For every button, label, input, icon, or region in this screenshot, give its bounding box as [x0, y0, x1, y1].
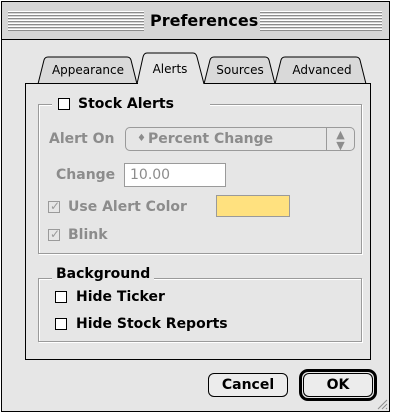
title-bar-stripes-right — [260, 11, 382, 31]
background-group-header: Background — [52, 264, 155, 284]
use-alert-color-checkbox[interactable]: ✓ — [48, 199, 61, 213]
title-bar[interactable]: Preferences — [2, 2, 389, 40]
blink-label[interactable]: Blink — [68, 225, 108, 245]
hide-stock-reports-label[interactable]: Hide Stock Reports — [76, 314, 228, 334]
alert-on-label: Alert On — [49, 131, 115, 147]
tab-sources-label: Sources — [216, 63, 264, 77]
change-label: Change — [56, 167, 116, 183]
cancel-button[interactable]: Cancel — [208, 373, 288, 397]
alert-on-popup[interactable]: ♦ Percent Change ▲ ▼ — [125, 127, 355, 151]
stock-alerts-checkbox[interactable] — [58, 98, 70, 110]
hide-ticker-checkbox[interactable] — [55, 291, 67, 303]
hide-stock-reports-checkbox[interactable] — [55, 318, 67, 330]
stock-alerts-label[interactable]: Stock Alerts — [78, 94, 174, 114]
tab-advanced-label: Advanced — [292, 63, 352, 77]
use-alert-color-check-icon: ✓ — [50, 199, 61, 213]
hide-ticker-label[interactable]: Hide Ticker — [76, 287, 165, 307]
window-title: Preferences — [150, 11, 259, 30]
alert-on-value: Percent Change — [148, 131, 274, 147]
blink-check-icon: ✓ — [50, 227, 61, 241]
popup-arrows-icon: ▲ ▼ — [326, 128, 354, 151]
tab-alerts[interactable]: Alerts — [146, 56, 194, 82]
tab-appearance[interactable]: Appearance — [46, 58, 130, 82]
tab-advanced[interactable]: Advanced — [284, 58, 360, 82]
blink-checkbox[interactable]: ✓ — [48, 227, 61, 241]
alert-color-swatch[interactable] — [216, 195, 290, 217]
use-alert-color-label[interactable]: Use Alert Color — [68, 197, 187, 217]
change-field[interactable]: 10.00 — [124, 163, 226, 187]
ok-button[interactable]: OK — [303, 373, 373, 397]
tab-appearance-label: Appearance — [51, 63, 125, 77]
title-bar-stripes-left — [8, 11, 144, 31]
alert-on-marker: ♦ — [137, 133, 146, 144]
tab-sources[interactable]: Sources — [212, 58, 268, 82]
tab-alerts-label: Alerts — [152, 62, 188, 76]
resize-grip-icon[interactable] — [376, 398, 388, 410]
